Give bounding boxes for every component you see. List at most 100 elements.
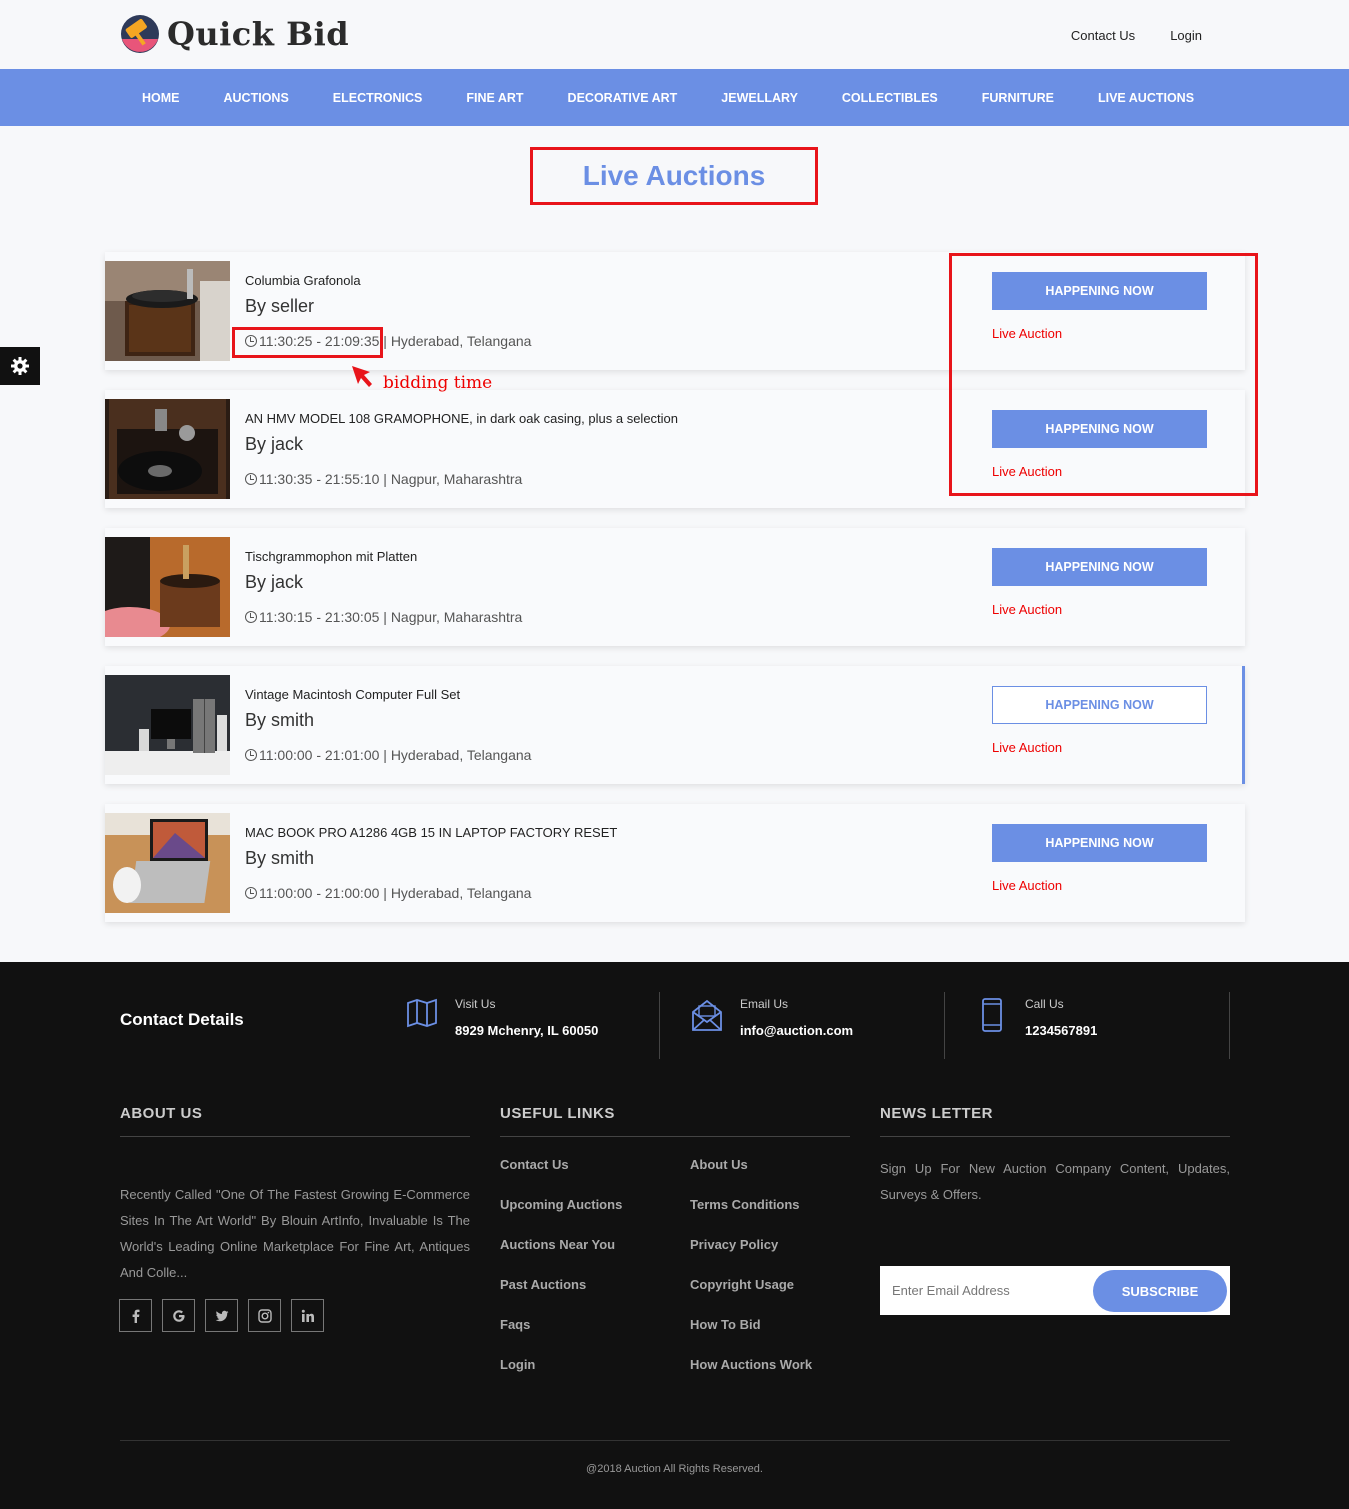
copyright: @2018 Auction All Rights Reserved. — [586, 1463, 763, 1475]
footer-link-login[interactable]: Login — [500, 1357, 535, 1372]
social-links — [119, 1299, 324, 1332]
footer-link-terms-conditions[interactable]: Terms Conditions — [690, 1197, 800, 1212]
gear-icon — [11, 357, 29, 375]
nav-electronics[interactable]: ELECTRONICS — [311, 91, 445, 105]
footer-link-upcoming-auctions[interactable]: Upcoming Auctions — [500, 1197, 622, 1212]
footer-link-copyright-usage[interactable]: Copyright Usage — [690, 1277, 794, 1292]
map-icon — [407, 998, 437, 1028]
happening-now-button[interactable]: HAPPENING NOW — [992, 548, 1207, 586]
visit-us-block: Visit Us 8929 Mchenry, IL 60050 — [406, 992, 656, 1059]
happening-now-button[interactable]: HAPPENING NOW — [992, 686, 1207, 724]
email-us-block: Email Us info@auction.com — [691, 992, 941, 1059]
clock-icon — [245, 749, 257, 761]
item-seller: By smith — [245, 710, 315, 730]
item-title[interactable]: MAC BOOK PRO A1286 4GB 15 IN LAPTOP FACT… — [245, 825, 617, 840]
item-meta: 11:00:00 - 21:00:00 | Hyderabad, Telanga… — [245, 885, 531, 901]
item-thumbnail[interactable] — [105, 399, 230, 499]
mobile-icon — [982, 998, 1002, 1032]
item-seller: By jack — [245, 434, 304, 454]
footer-link-how-auctions-work[interactable]: How Auctions Work — [690, 1357, 812, 1372]
auction-card: Vintage Macintosh Computer Full Set By s… — [105, 666, 1245, 784]
instagram-icon[interactable] — [248, 1299, 281, 1332]
about-text: Recently Called "One Of The Fastest Grow… — [120, 1187, 470, 1280]
envelope-icon — [692, 999, 722, 1031]
bidding-time: 11:30:35 - 21:55:10 — [259, 471, 380, 487]
item-location: | Hyderabad, Telangana — [383, 885, 532, 901]
divider — [944, 992, 945, 1059]
annotation-label: bidding time — [383, 373, 493, 393]
top-header: Quick Bid Contact Us Login — [0, 0, 1349, 69]
footer-link-privacy-policy[interactable]: Privacy Policy — [690, 1237, 778, 1252]
nav-furniture[interactable]: FURNITURE — [960, 91, 1076, 105]
nav-jewellary[interactable]: JEWELLARY — [699, 91, 820, 105]
heading-underline — [500, 1136, 850, 1137]
twitter-icon[interactable] — [205, 1299, 238, 1332]
nav-live-auctions[interactable]: LIVE AUCTIONS — [1076, 91, 1216, 105]
google-icon[interactable] — [162, 1299, 195, 1332]
footer-link-contact-us[interactable]: Contact Us — [500, 1157, 569, 1172]
email-value[interactable]: info@auction.com — [740, 1023, 853, 1038]
item-title[interactable]: Vintage Macintosh Computer Full Set — [245, 687, 460, 702]
item-meta: 11:30:35 - 21:55:10 | Nagpur, Maharashtr… — [245, 471, 522, 487]
item-thumbnail[interactable] — [105, 813, 230, 913]
footer-link-faqs[interactable]: Faqs — [500, 1317, 530, 1332]
nav-home[interactable]: HOME — [120, 91, 202, 105]
nav-decorative-art[interactable]: DECORATIVE ART — [546, 91, 700, 105]
visit-us-label: Visit Us — [455, 997, 496, 1011]
about-heading: ABOUT US — [120, 1105, 203, 1122]
login-link[interactable]: Login — [1170, 28, 1202, 43]
clock-icon — [245, 611, 257, 623]
auction-card: Tischgrammophon mit Platten By jack 11:3… — [105, 528, 1245, 646]
item-thumbnail[interactable] — [105, 537, 230, 637]
bidding-time: 11:00:00 - 21:00:00 — [259, 885, 380, 901]
happening-now-button[interactable]: HAPPENING NOW — [992, 824, 1207, 862]
useful-links-heading: USEFUL LINKS — [500, 1105, 615, 1122]
logo[interactable]: Quick Bid — [120, 14, 349, 54]
nav-fine-art[interactable]: FINE ART — [444, 91, 545, 105]
item-title[interactable]: Columbia Grafonola — [245, 273, 361, 288]
newsletter-heading: NEWS LETTER — [880, 1105, 993, 1122]
item-seller: By seller — [245, 296, 315, 316]
item-title[interactable]: Tischgrammophon mit Platten — [245, 549, 417, 564]
clock-icon — [245, 887, 257, 899]
email-us-label: Email Us — [740, 997, 789, 1011]
brand-name: Quick Bid — [167, 15, 350, 53]
live-auction-label: Live Auction — [992, 740, 1063, 755]
nav-collectibles[interactable]: COLLECTIBLES — [820, 91, 960, 105]
auction-card: MAC BOOK PRO A1286 4GB 15 IN LAPTOP FACT… — [105, 804, 1245, 922]
contact-us-link[interactable]: Contact Us — [1071, 28, 1135, 43]
subscribe-button[interactable]: SUBSCRIBE — [1093, 1270, 1227, 1312]
clock-icon — [245, 473, 257, 485]
settings-toggle[interactable] — [0, 347, 40, 385]
footer-link-about-us[interactable]: About Us — [690, 1157, 748, 1172]
item-thumbnail[interactable] — [105, 675, 230, 775]
gavel-logo-icon — [120, 14, 160, 54]
nav-auctions[interactable]: AUCTIONS — [202, 91, 311, 105]
newsletter-form: SUBSCRIBE — [880, 1266, 1230, 1315]
item-location: | Nagpur, Maharashtra — [383, 471, 523, 487]
footer-link-auctions-near-you[interactable]: Auctions Near You — [500, 1237, 615, 1252]
heading-underline — [120, 1136, 470, 1137]
footer: Contact Details Visit Us 8929 Mchenry, I… — [0, 962, 1349, 1509]
item-title[interactable]: AN HMV MODEL 108 GRAMOPHONE, in dark oak… — [245, 411, 678, 426]
footer-link-how-to-bid[interactable]: How To Bid — [690, 1317, 761, 1332]
contact-details-title: Contact Details — [120, 1010, 244, 1029]
facebook-icon[interactable] — [119, 1299, 152, 1332]
item-seller: By jack — [245, 572, 304, 592]
heading-underline — [880, 1136, 1230, 1137]
bidding-time: 11:00:00 - 21:01:00 — [259, 747, 380, 763]
footer-link-past-auctions[interactable]: Past Auctions — [500, 1277, 586, 1292]
page-title-highlight: Live Auctions — [530, 147, 818, 205]
footer-divider — [120, 1440, 1230, 1441]
live-status-highlight — [949, 253, 1258, 496]
main-nav: HOME AUCTIONS ELECTRONICS FINE ART DECOR… — [0, 69, 1349, 126]
item-seller: By smith — [245, 848, 315, 868]
item-thumbnail[interactable] — [105, 261, 230, 361]
newsletter-email-input[interactable] — [880, 1266, 1092, 1315]
bidding-time-highlight — [232, 327, 383, 358]
divider — [1229, 992, 1230, 1059]
linkedin-icon[interactable] — [291, 1299, 324, 1332]
top-links: Contact Us Login — [1071, 28, 1202, 43]
phone-value[interactable]: 1234567891 — [1025, 1023, 1097, 1038]
live-auction-label: Live Auction — [992, 602, 1063, 617]
